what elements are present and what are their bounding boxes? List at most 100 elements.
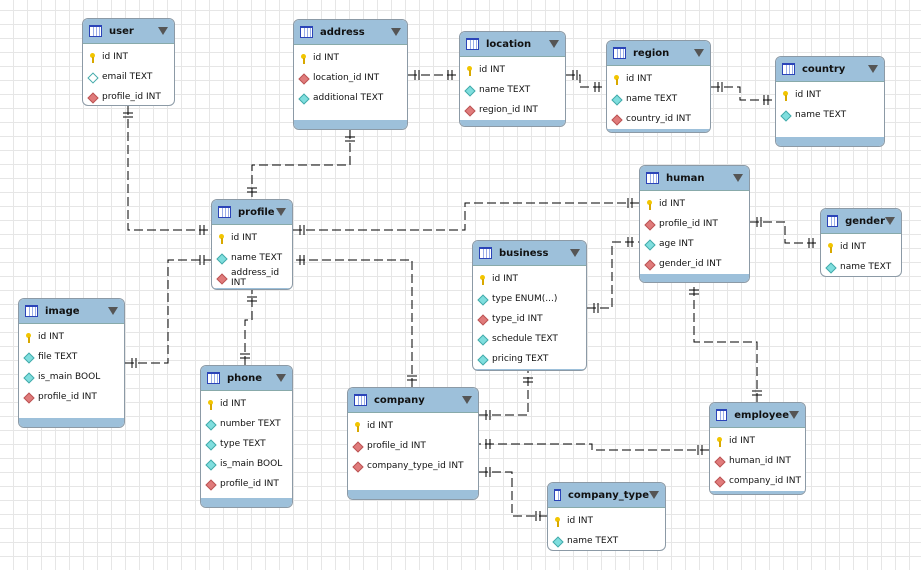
column-row[interactable]: country_id INT	[607, 109, 710, 129]
table-header[interactable]: business	[473, 241, 586, 266]
column-row[interactable]: schedule TEXT	[473, 329, 586, 349]
column-row[interactable]: gender_id INT	[640, 254, 749, 274]
column-row[interactable]: id INT	[460, 60, 565, 80]
table-header[interactable]: region	[607, 41, 710, 66]
column-row[interactable]: id INT	[548, 511, 665, 531]
column-row[interactable]: type ENUM(...)	[473, 289, 586, 309]
collapse-toggle-icon[interactable]	[462, 396, 472, 404]
collapse-toggle-icon[interactable]	[570, 249, 580, 257]
table-region[interactable]: region id INT name TEXT country_id INT	[606, 40, 711, 133]
column-row[interactable]: additional TEXT	[294, 88, 407, 108]
column-row[interactable]: id INT	[710, 431, 805, 451]
relationship-company-profile[interactable]	[293, 259, 413, 387]
table-header[interactable]: address	[294, 20, 407, 45]
column-row[interactable]: type_id INT	[473, 309, 586, 329]
column-row[interactable]: id INT	[294, 48, 407, 68]
relationship-address-profile[interactable]	[251, 130, 351, 199]
column-row[interactable]: name TEXT	[607, 89, 710, 109]
column-row[interactable]: pricing TEXT	[473, 349, 586, 369]
table-header[interactable]: employee	[710, 403, 805, 428]
collapse-toggle-icon[interactable]	[549, 40, 559, 48]
column-row[interactable]: location_id INT	[294, 68, 407, 88]
column-row[interactable]: is_main BOOL	[19, 367, 124, 387]
relationship-employee-company[interactable]	[479, 443, 709, 451]
collapse-toggle-icon[interactable]	[868, 65, 878, 73]
table-gender[interactable]: gender id INT name TEXT	[820, 208, 902, 277]
table-company[interactable]: company id INT profile_id INT company_ty…	[347, 387, 479, 500]
column-row[interactable]: name TEXT	[212, 248, 292, 268]
column-row[interactable]: file TEXT	[19, 347, 124, 367]
table-business[interactable]: business id INT type ENUM(...) type_id I…	[472, 240, 587, 371]
table-header[interactable]: company	[348, 388, 478, 413]
table-human[interactable]: human id INT profile_id INT age INT gend…	[639, 165, 750, 283]
column-row[interactable]: id INT	[83, 47, 174, 67]
relationship-employee-human[interactable]	[693, 283, 758, 402]
column-row[interactable]: id INT	[607, 69, 710, 89]
table-user[interactable]: user id INT email TEXT profile_id INT	[82, 18, 175, 106]
column-row[interactable]: profile_id INT	[201, 474, 292, 494]
collapse-toggle-icon[interactable]	[391, 28, 401, 36]
column-row[interactable]: name TEXT	[776, 105, 884, 125]
column-row[interactable]: region_id INT	[460, 100, 565, 120]
relationship-business-human[interactable]	[587, 241, 639, 309]
column-row[interactable]: id INT	[821, 237, 901, 257]
table-header[interactable]: country	[776, 57, 884, 82]
table-country[interactable]: country id INT name TEXT	[775, 56, 885, 147]
column-row[interactable]: name TEXT	[821, 257, 901, 276]
column-row[interactable]: profile_id INT	[19, 387, 124, 407]
table-header[interactable]: profile	[212, 200, 292, 225]
table-company-type[interactable]: company_type id INT name TEXT	[547, 482, 666, 551]
collapse-toggle-icon[interactable]	[789, 411, 799, 419]
collapse-toggle-icon[interactable]	[885, 217, 895, 225]
column-row[interactable]: age INT	[640, 234, 749, 254]
column-row[interactable]: name TEXT	[460, 80, 565, 100]
column-row[interactable]: company_type_id INT	[348, 456, 478, 476]
column-row[interactable]: profile_id INT	[348, 436, 478, 456]
column-row[interactable]: id INT	[201, 394, 292, 414]
collapse-toggle-icon[interactable]	[276, 208, 286, 216]
relationship-location-region[interactable]	[566, 74, 606, 88]
relationship-company-business[interactable]	[479, 371, 529, 416]
collapse-toggle-icon[interactable]	[108, 307, 118, 315]
table-header[interactable]: phone	[201, 366, 292, 391]
relationship-user-profile[interactable]	[127, 106, 211, 231]
column-row[interactable]: email TEXT	[83, 67, 174, 87]
table-image[interactable]: image id INT file TEXT is_main BOOL prof…	[18, 298, 125, 428]
column-row[interactable]: id INT	[776, 85, 884, 105]
table-location[interactable]: location id INT name TEXT region_id INT	[459, 31, 566, 127]
column-row[interactable]: number TEXT	[201, 414, 292, 434]
collapse-toggle-icon[interactable]	[694, 49, 704, 57]
column-row[interactable]: company_id INT	[710, 471, 805, 491]
collapse-toggle-icon[interactable]	[276, 374, 286, 382]
column-row[interactable]: profile_id INT	[83, 87, 174, 105]
column-row[interactable]: type TEXT	[201, 434, 292, 454]
column-row[interactable]: id INT	[473, 269, 586, 289]
column-row[interactable]: id INT	[212, 228, 292, 248]
column-row[interactable]: human_id INT	[710, 451, 805, 471]
table-employee[interactable]: employee id INT human_id INT company_id …	[709, 402, 806, 495]
table-header[interactable]: user	[83, 19, 174, 44]
column-row[interactable]: is_main BOOL	[201, 454, 292, 474]
relationship-profile-human[interactable]	[293, 202, 639, 231]
column-row[interactable]: id INT	[640, 194, 749, 214]
column-row[interactable]: name TEXT	[548, 531, 665, 550]
table-header[interactable]: image	[19, 299, 124, 324]
table-profile[interactable]: profile id INT name TEXT address_id INT	[211, 199, 293, 290]
column-row[interactable]: profile_id INT	[640, 214, 749, 234]
collapse-toggle-icon[interactable]	[158, 27, 168, 35]
relationship-company-company_type[interactable]	[479, 471, 547, 517]
collapse-toggle-icon[interactable]	[733, 174, 743, 182]
relationship-image-profile[interactable]	[125, 259, 211, 364]
table-header[interactable]: company_type	[548, 483, 665, 508]
collapse-toggle-icon[interactable]	[649, 491, 659, 499]
table-header[interactable]: location	[460, 32, 565, 57]
table-address[interactable]: address id INT location_id INT additiona…	[293, 19, 408, 130]
column-label: id INT	[479, 65, 505, 75]
table-phone[interactable]: phone id INT number TEXT type TEXT is_ma…	[200, 365, 293, 508]
table-header[interactable]: human	[640, 166, 749, 191]
column-row[interactable]: id INT	[19, 327, 124, 347]
column-row[interactable]: id INT	[348, 416, 478, 436]
table-header[interactable]: gender	[821, 209, 901, 234]
relationship-region-country[interactable]	[711, 86, 775, 101]
column-row[interactable]: address_id INT	[212, 268, 292, 288]
